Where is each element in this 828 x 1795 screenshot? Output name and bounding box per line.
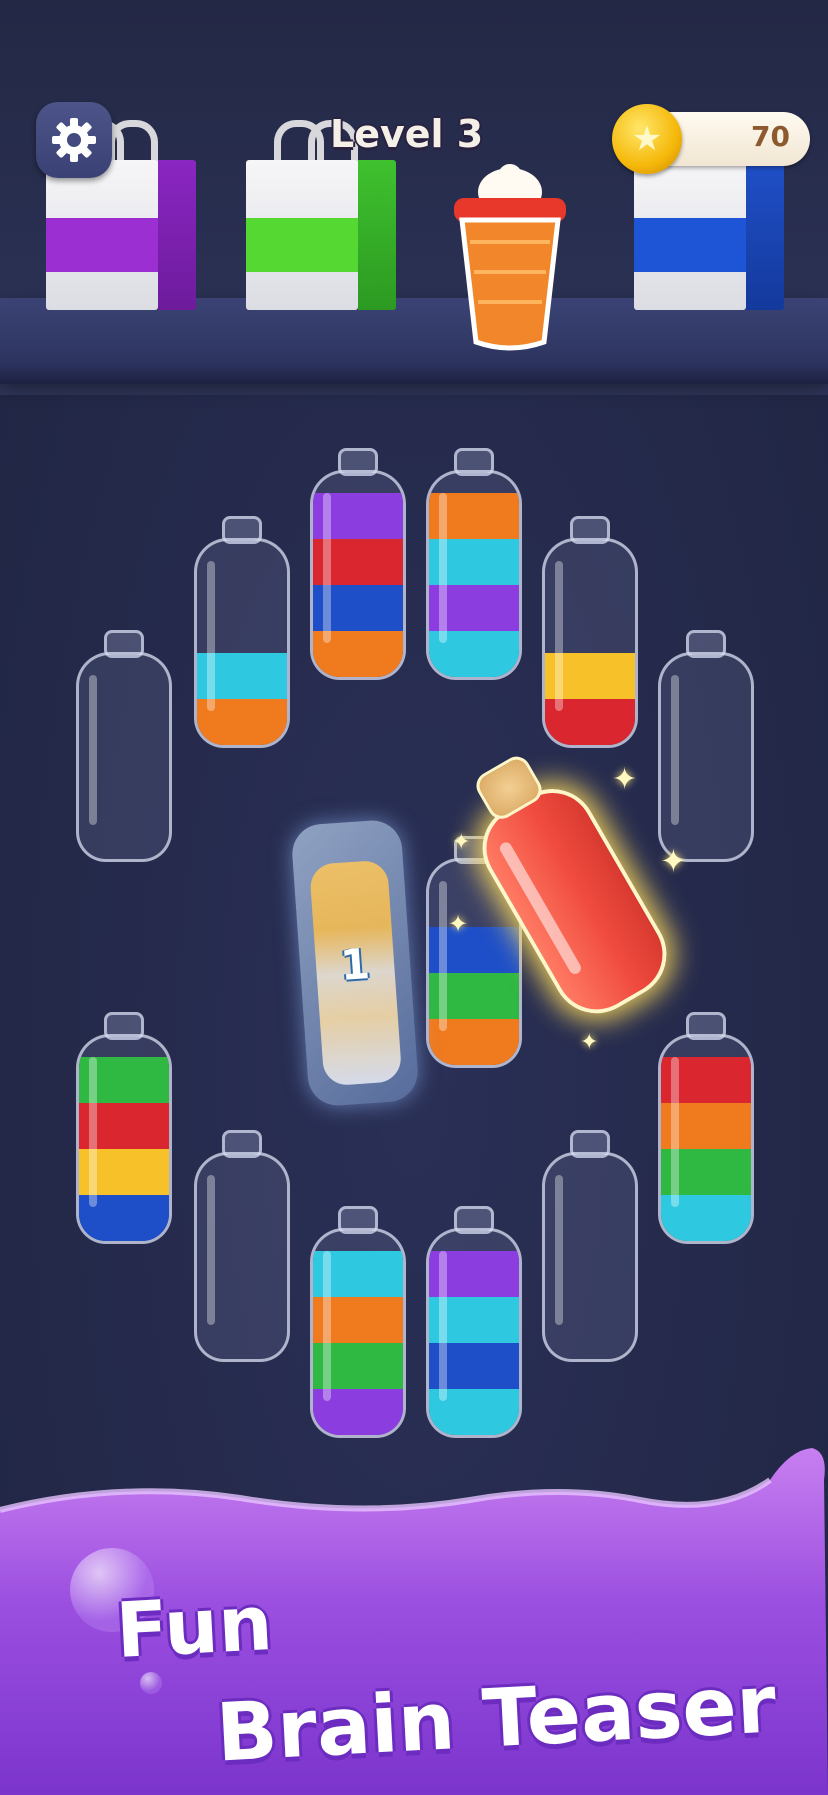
settings-button[interactable] (36, 102, 112, 178)
bottle[interactable] (542, 1130, 638, 1362)
sparkle-icon: ✦ (580, 1030, 599, 1055)
bottle[interactable] (658, 630, 754, 862)
banner-headline: Fun (113, 1577, 275, 1676)
star-coin-icon: ★ (612, 104, 682, 174)
sparkle-icon: ✦ (448, 910, 469, 938)
bottle[interactable] (76, 1012, 172, 1244)
sparkle-icon: ✦ (660, 842, 687, 880)
order-shelf (0, 0, 828, 395)
game-stage: Level 3 ★ 70 1 ✦ ✦ ✦ ✦ ✦ Fun Brain Tease… (0, 0, 828, 1795)
bottle[interactable] (194, 516, 290, 748)
bottle[interactable] (310, 448, 406, 680)
milkshake-cup-icon (448, 162, 572, 352)
bottle[interactable] (542, 516, 638, 748)
sparkle-icon: ✦ (452, 830, 471, 855)
shelf-edge (0, 362, 828, 384)
bottle[interactable] (310, 1206, 406, 1438)
frozen-unlock-count: 1 (338, 939, 372, 990)
bubble (140, 1672, 162, 1694)
bottle[interactable] (426, 1206, 522, 1438)
sparkle-icon: ✦ (612, 762, 638, 797)
coin-count: 70 (751, 120, 790, 153)
frozen-bottle[interactable]: 1 (290, 818, 420, 1108)
bottle[interactable] (658, 1012, 754, 1244)
bottle[interactable] (426, 448, 522, 680)
level-title: Level 3 (330, 112, 484, 156)
bottle[interactable] (76, 630, 172, 862)
gear-icon (52, 118, 96, 162)
bottle[interactable] (194, 1130, 290, 1362)
